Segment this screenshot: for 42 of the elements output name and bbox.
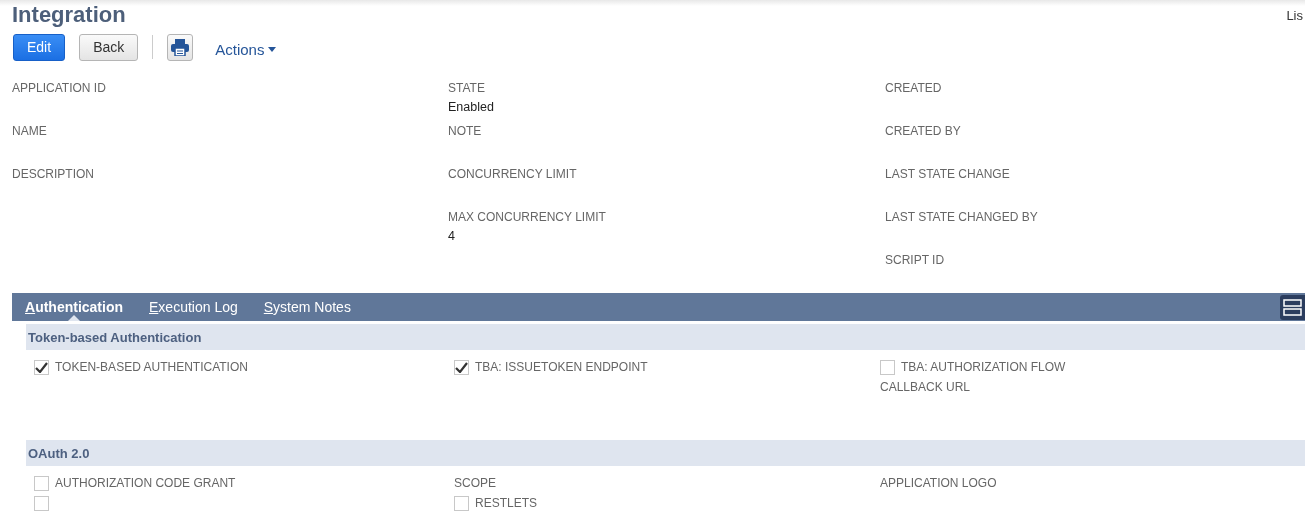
edit-button[interactable]: Edit	[13, 33, 66, 61]
field-label: NAME	[12, 124, 48, 138]
field-label: MAX CONCURRENCY LIMIT	[448, 210, 607, 224]
tab[interactable]: System Notes	[263, 293, 351, 321]
checkbox[interactable]	[34, 495, 49, 511]
checkbox-label: TBA: AUTHORIZATION FLOW	[901, 360, 1066, 374]
checkbox-label: TBA: ISSUETOKEN ENDPOINT	[475, 360, 648, 374]
checkbox[interactable]	[34, 359, 49, 375]
field-label: APPLICATION ID	[12, 81, 107, 95]
checkbox[interactable]	[454, 359, 469, 375]
checkbox-label: RESTLETS	[475, 496, 537, 510]
section-title: Token-based Authentication	[28, 329, 202, 345]
actions-menu[interactable]: Actions	[215, 40, 277, 58]
field-value: Enabled	[448, 100, 495, 114]
checkbox[interactable]	[880, 359, 895, 375]
print-button[interactable]	[167, 33, 194, 61]
page-title: Integration	[12, 2, 126, 28]
corner-text: Lis	[1286, 8, 1303, 23]
checkbox[interactable]	[454, 495, 469, 511]
field-label: STATE	[448, 81, 486, 95]
field-value: 4	[448, 229, 456, 243]
checkbox[interactable]	[34, 475, 49, 491]
section-title: OAuth 2.0	[28, 445, 90, 461]
back-button[interactable]: Back	[79, 33, 139, 61]
rows-icon	[1283, 299, 1302, 316]
checkbox-label: TOKEN-BASED AUTHENTICATION	[55, 360, 248, 374]
printer-icon	[171, 38, 190, 56]
field-label: CONCURRENCY LIMIT	[448, 167, 578, 181]
field-label: CALLBACK URL	[880, 380, 971, 394]
field-label: CREATED	[885, 81, 943, 95]
layout-button[interactable]	[1280, 295, 1305, 320]
field-label: APPLICATION LOGO	[880, 476, 997, 490]
field-label: LAST STATE CHANGED BY	[885, 210, 1039, 224]
field-label: SCOPE	[454, 476, 496, 490]
tab[interactable]: Execution Log	[149, 293, 238, 321]
field-label: NOTE	[448, 124, 483, 138]
field-label: DESCRIPTION	[12, 167, 95, 181]
field-label: SCRIPT ID	[885, 253, 946, 267]
field-label: CREATED BY	[885, 124, 962, 138]
caret-icon	[268, 46, 277, 52]
checkbox-label: AUTHORIZATION CODE GRANT	[55, 476, 236, 490]
field-label: LAST STATE CHANGE	[885, 167, 1011, 181]
